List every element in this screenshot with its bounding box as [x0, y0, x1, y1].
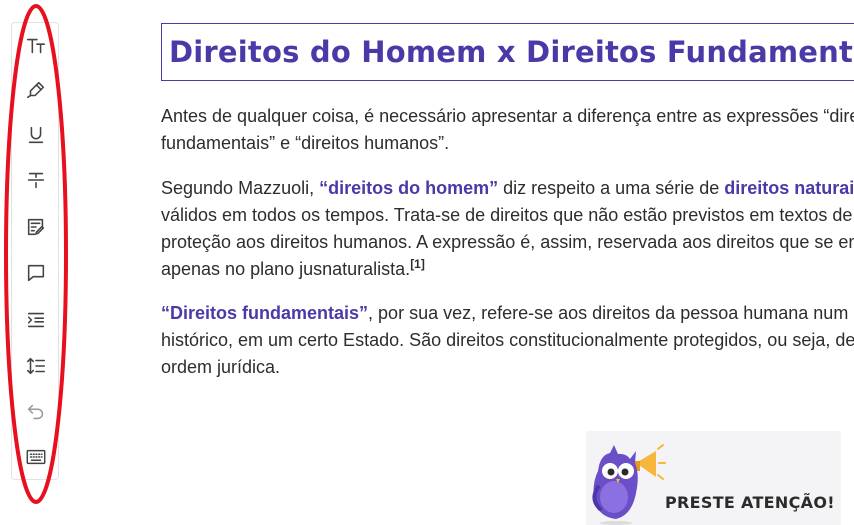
- underline-button[interactable]: [24, 123, 48, 147]
- text-run: Segundo Mazzuoli,: [161, 178, 320, 198]
- undo-icon: [27, 404, 44, 420]
- paragraph-line: ordem jurídica.: [161, 357, 281, 377]
- undo-button[interactable]: [24, 400, 48, 424]
- keyboard-button[interactable]: [24, 445, 48, 469]
- footnote-link[interactable]: [1]: [410, 257, 425, 271]
- keyboard-icon: [26, 449, 46, 465]
- text-size-button[interactable]: [24, 34, 48, 58]
- paragraph-line: “Direitos fundamentais”, por sua vez, re…: [161, 300, 854, 327]
- paragraph-mazzuoli: Segundo Mazzuoli, “direitos do homem” di…: [161, 175, 854, 283]
- highlighter-button[interactable]: [24, 78, 48, 102]
- text-run: diz respeito a uma série de: [498, 178, 725, 198]
- highlight-direitos-fundamentais: “Direitos fundamentais”: [161, 303, 369, 323]
- highlight-direitos-naturais: direitos naturais: [724, 178, 854, 198]
- underline-icon: [28, 126, 44, 144]
- highlighter-icon: [26, 81, 45, 99]
- paragraph-line: Segundo Mazzuoli, “direitos do homem” di…: [161, 175, 854, 202]
- line-spacing-icon: [26, 357, 46, 375]
- text-size-icon: [26, 38, 46, 54]
- paragraph-line: apenas no plano jusnaturalista.[1]: [161, 256, 854, 283]
- text-run: apenas no plano jusnaturalista.: [161, 259, 411, 279]
- note-button[interactable]: [24, 215, 48, 239]
- strikethrough-icon: [27, 172, 45, 189]
- highlight-direitos-do-homem: “direitos do homem”: [319, 178, 499, 198]
- attention-callout: PRESTE ATENÇÃO!: [586, 431, 841, 525]
- note-edit-icon: [27, 218, 45, 236]
- owl-megaphone-icon: [592, 444, 666, 525]
- reader-toolbar: [11, 22, 59, 480]
- paragraph-line: fundamentais” e “direitos humanos”.: [161, 133, 450, 153]
- paragraph-line: válidos em todos os tempos. Trata-se de …: [161, 205, 853, 225]
- comment-button[interactable]: [24, 261, 48, 285]
- text-run: , por sua vez, refere-se aos direitos da…: [368, 303, 854, 323]
- strikethrough-button[interactable]: [24, 168, 48, 192]
- paragraph-intro: Antes de qualquer coisa, é necessário ap…: [161, 103, 854, 157]
- paragraph-fundamentais: “Direitos fundamentais”, por sua vez, re…: [161, 300, 854, 381]
- page: Direitos do Homem x Direitos Fundamentai…: [0, 0, 854, 525]
- indent-icon: [27, 312, 45, 328]
- callout-label: PRESTE ATENÇÃO!: [665, 493, 835, 512]
- comment-icon: [27, 264, 45, 282]
- title-box: Direitos do Homem x Direitos Fundamentai…: [161, 23, 854, 81]
- paragraph-line: Antes de qualquer coisa, é necessário ap…: [161, 106, 854, 126]
- page-title: Direitos do Homem x Direitos Fundamentai…: [169, 35, 854, 69]
- indent-button[interactable]: [24, 308, 48, 332]
- paragraph-line: proteção aos direitos humanos. A express…: [161, 232, 854, 252]
- paragraph-line: histórico, em um certo Estado. São direi…: [161, 330, 854, 350]
- line-spacing-button[interactable]: [24, 354, 48, 378]
- article: Direitos do Homem x Direitos Fundamentai…: [161, 23, 854, 381]
